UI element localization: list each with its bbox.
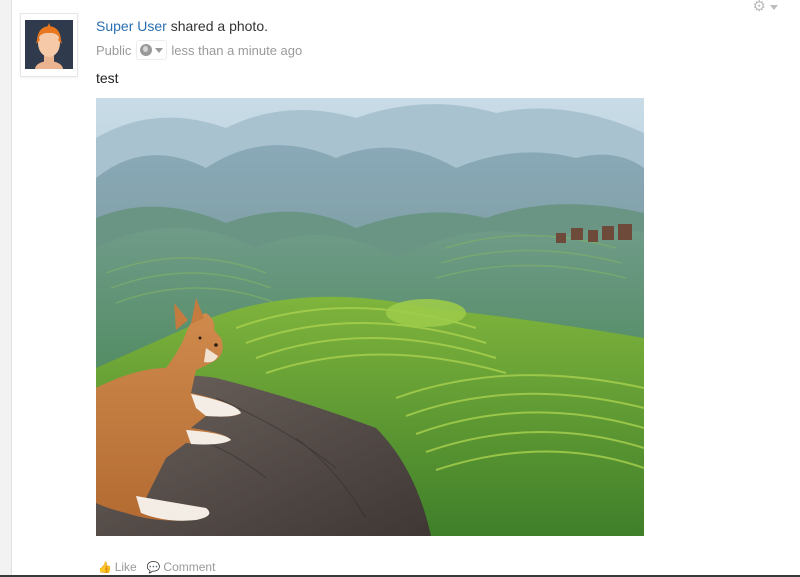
post-action-text: shared a photo.	[166, 18, 268, 34]
post-settings-button[interactable]: ⚙	[753, 0, 778, 14]
post-message: test	[96, 70, 119, 86]
privacy-dropdown[interactable]	[136, 40, 168, 60]
like-label: Like	[114, 560, 137, 574]
thumbs-up-icon: 👍	[98, 561, 112, 574]
post-timestamp[interactable]: less than a minute ago	[171, 43, 302, 58]
gear-icon: ⚙	[752, 0, 766, 15]
avatar[interactable]	[20, 13, 78, 77]
post-header: Super User shared a photo.	[96, 18, 268, 34]
speech-bubble-icon: 💬	[146, 561, 161, 574]
left-rail	[0, 0, 12, 577]
comment-label: Comment	[163, 560, 216, 574]
like-button[interactable]: 👍 Like	[98, 560, 137, 574]
author-link[interactable]: Super User	[96, 18, 167, 34]
comment-button[interactable]: 💬 Comment	[147, 560, 216, 574]
chevron-down-icon	[770, 4, 778, 10]
post-actions: 👍 Like 💬 Comment	[98, 560, 225, 574]
avatar-image	[25, 20, 73, 69]
visibility-label: Public	[96, 42, 132, 58]
post-photo[interactable]	[96, 98, 644, 536]
chevron-down-icon	[155, 47, 164, 53]
globe-icon	[140, 44, 153, 56]
stream-post: ⚙ Super User shared a photo. Public less…	[12, 0, 800, 575]
post-meta: Public less than a minute ago	[96, 40, 302, 60]
